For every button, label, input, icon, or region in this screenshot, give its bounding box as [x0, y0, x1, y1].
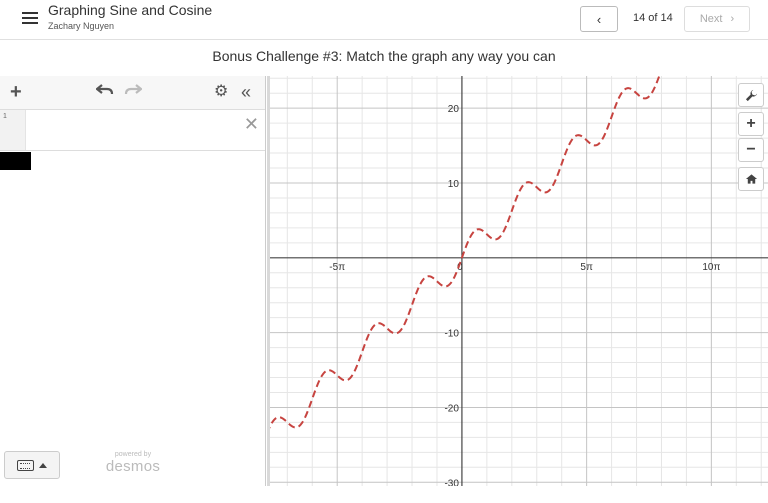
double-chevron-left-icon[interactable]: « — [241, 81, 251, 103]
expression-toolbar: + ⚙ « — [0, 76, 265, 110]
bottom-margin — [0, 486, 768, 503]
y-tick-label: -10 — [444, 329, 459, 340]
keyboard-icon — [17, 459, 34, 471]
challenge-title: Bonus Challenge #3: Match the graph any … — [212, 48, 556, 64]
expression-number: 1 — [0, 110, 26, 150]
hamburger-menu-icon[interactable] — [22, 12, 38, 26]
close-icon[interactable]: ✕ — [244, 114, 259, 135]
y-tick-label: 20 — [448, 104, 460, 115]
previous-button[interactable]: ‹ — [580, 6, 618, 32]
desmos-brand-text: desmos — [105, 458, 161, 475]
desmos-logo: powered by desmos — [104, 451, 162, 475]
y-tick-label: -20 — [444, 403, 459, 414]
graph-canvas[interactable]: -5π 0 5π 10π2010-10-20-30 — [267, 76, 768, 486]
panel-divider — [267, 76, 270, 486]
author-name: Zachary Nguyen — [48, 21, 115, 31]
redaction-box — [0, 152, 31, 170]
chevron-left-icon: ‹ — [596, 11, 602, 27]
x-tick-label: -5π — [329, 262, 345, 273]
next-button-label: Next — [699, 13, 723, 25]
keyboard-toggle-button[interactable] — [4, 451, 60, 479]
x-tick-label: 10π — [702, 262, 720, 273]
zoom-in-button[interactable]: + — [738, 112, 764, 136]
caret-up-icon — [39, 462, 47, 468]
wrench-icon[interactable] — [738, 83, 764, 107]
x-tick-label: 5π — [580, 262, 593, 273]
top-bar: Graphing Sine and Cosine Zachary Nguyen … — [0, 0, 768, 40]
expression-row[interactable]: 1 ✕ — [0, 110, 265, 151]
redo-icon[interactable] — [124, 81, 143, 103]
home-icon[interactable] — [738, 167, 764, 191]
page-counter: 14 of 14 — [633, 12, 673, 24]
gear-icon[interactable]: ⚙ — [214, 81, 228, 103]
graph-area[interactable]: -5π 0 5π 10π 20 10 -10 -20 -30 + − — [267, 76, 768, 486]
y-tick-label: -30 — [444, 478, 459, 486]
expression-panel: + ⚙ « 1 ✕ — [0, 76, 266, 486]
chevron-right-icon: › — [730, 13, 735, 25]
next-button[interactable]: Next › — [684, 6, 750, 32]
y-tick-label: 10 — [448, 179, 460, 190]
activity-title: Graphing Sine and Cosine — [48, 2, 213, 18]
function-curve — [267, 76, 661, 434]
undo-icon[interactable] — [95, 81, 114, 103]
plus-icon[interactable]: + — [10, 81, 22, 103]
zoom-out-button[interactable]: − — [738, 138, 764, 162]
